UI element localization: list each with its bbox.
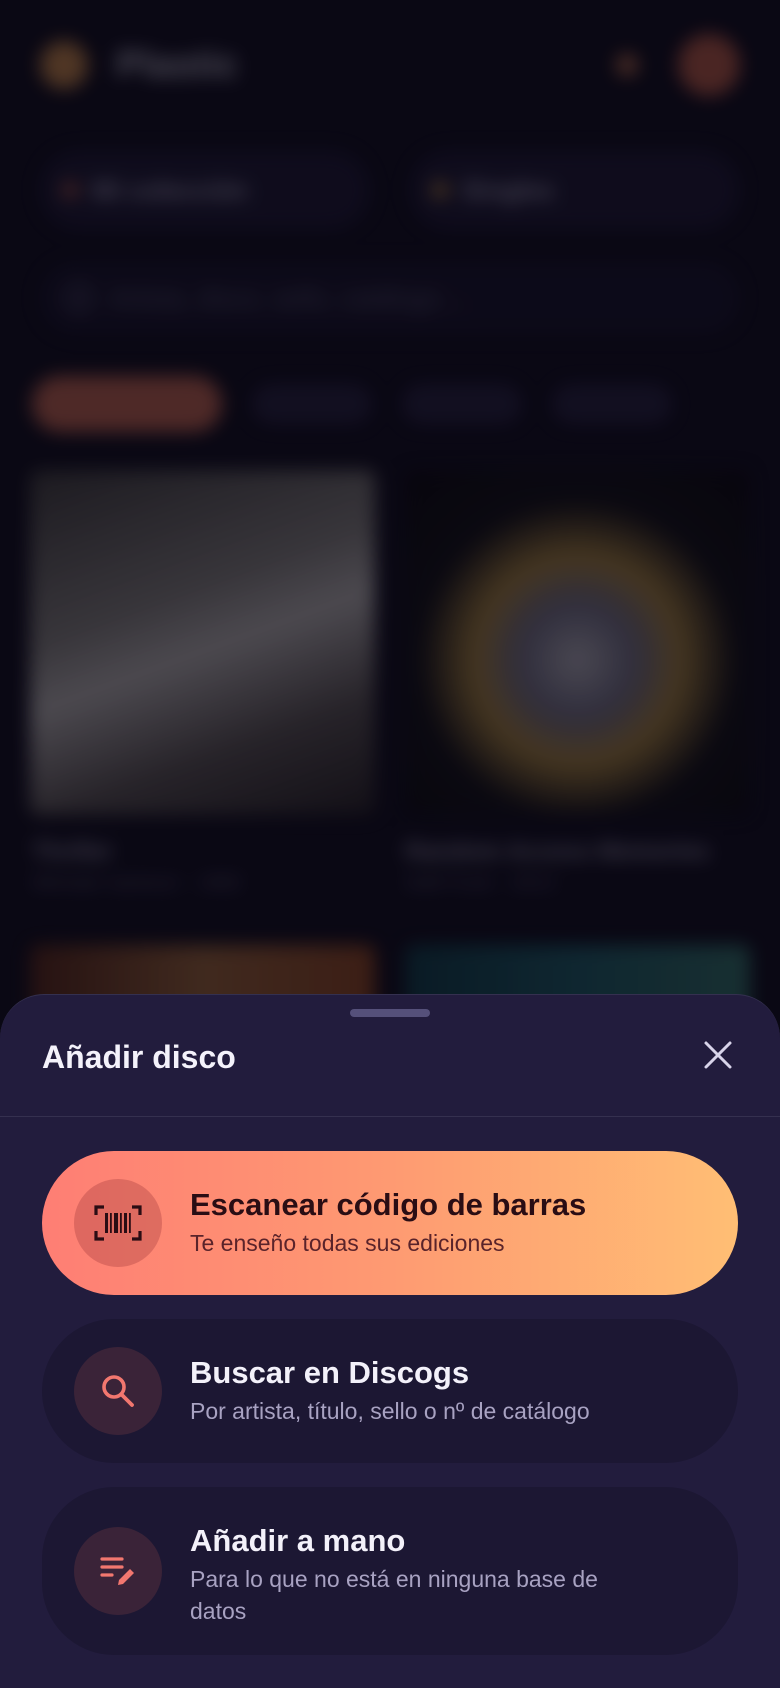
scan-barcode-button[interactable]: Escanear código de barras Te enseño toda…	[42, 1151, 738, 1295]
sheet-title: Añadir disco	[42, 1039, 236, 1075]
option-subtitle: Para lo que no está en ninguna base de d…	[190, 1566, 598, 1624]
manual-edit-icon	[100, 1557, 134, 1585]
scan-icon-badge	[74, 1179, 162, 1267]
option-subtitle: Por artista, título, sello o nº de catál…	[190, 1398, 590, 1424]
sheet-divider	[0, 1116, 780, 1117]
option-title: Buscar en Discogs	[190, 1355, 470, 1390]
sheet-grabber[interactable]	[350, 1009, 430, 1017]
option-subtitle: Te enseño todas sus ediciones	[190, 1230, 505, 1256]
option-title: Añadir a mano	[190, 1523, 406, 1558]
add-record-sheet: Añadir disco Escanear código de barras T…	[0, 994, 780, 1688]
close-icon	[704, 1041, 732, 1069]
close-button[interactable]	[694, 1031, 742, 1079]
barcode-scan-icon	[94, 1205, 142, 1241]
option-title: Escanear código de barras	[190, 1187, 587, 1222]
search-discogs-button[interactable]: Buscar en Discogs Por artista, título, s…	[42, 1319, 738, 1463]
edit-icon-badge	[74, 1527, 162, 1615]
add-manually-button[interactable]: Añadir a mano Para lo que no está en nin…	[42, 1487, 738, 1655]
search-icon-badge	[74, 1347, 162, 1435]
search-icon	[102, 1375, 134, 1407]
